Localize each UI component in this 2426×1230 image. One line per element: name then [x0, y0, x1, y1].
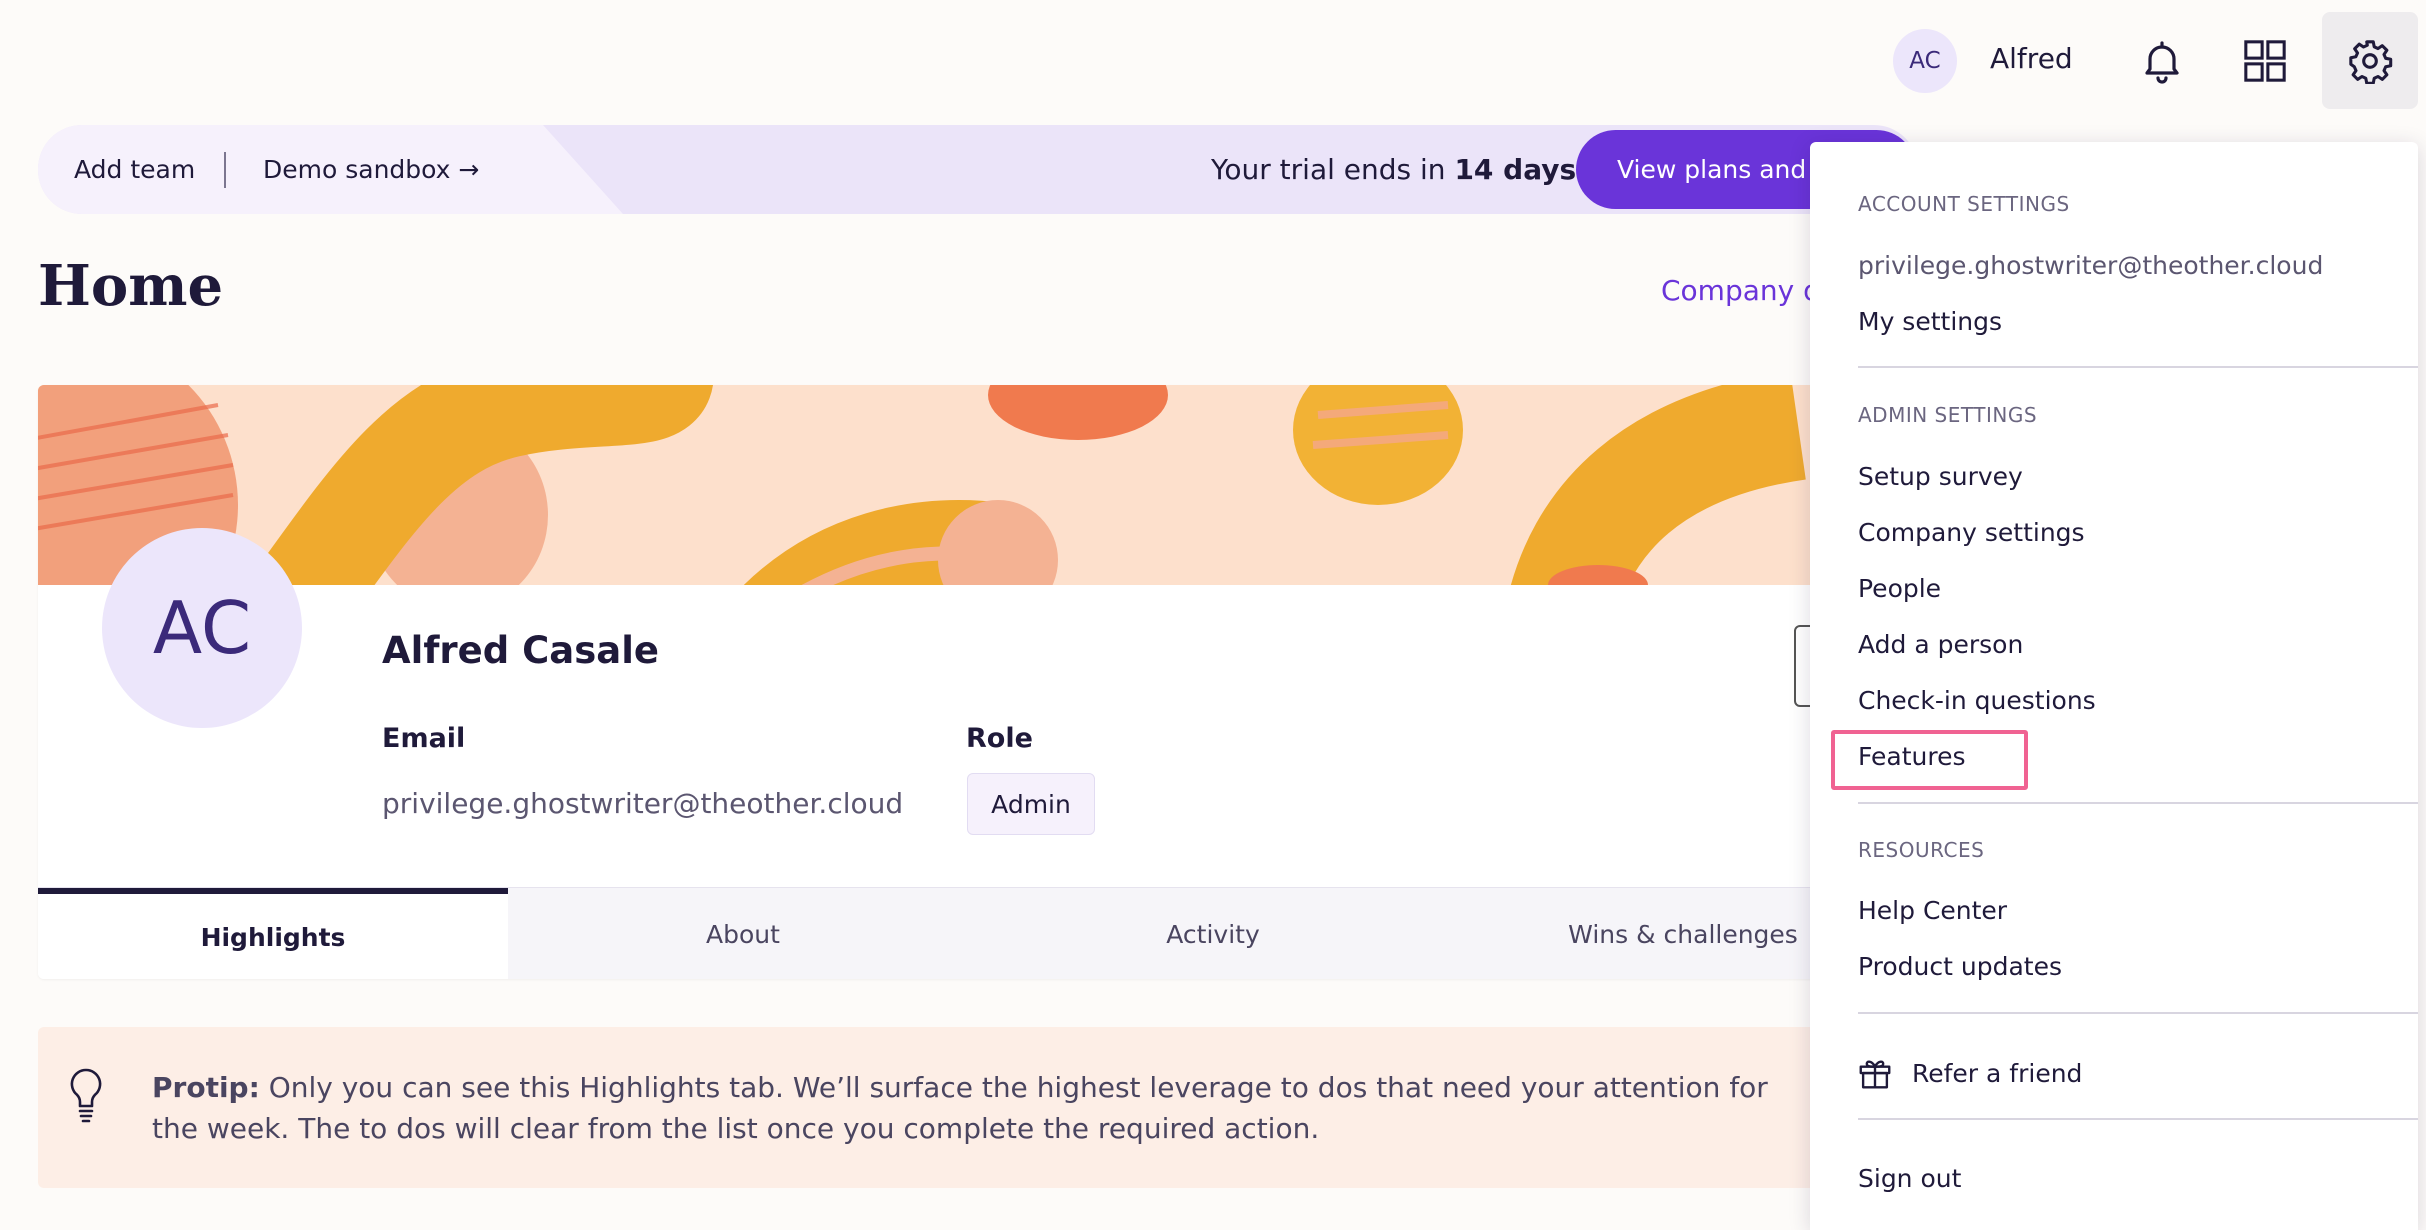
page-title: Home	[38, 253, 224, 319]
tab-activity[interactable]: Activity	[978, 888, 1448, 979]
menu-item-help-center[interactable]: Help Center	[1858, 896, 2007, 925]
menu-divider	[1858, 1012, 2418, 1014]
account-settings-heading: ACCOUNT SETTINGS	[1858, 192, 2070, 216]
tab-about[interactable]: About	[508, 888, 978, 979]
demo-sandbox-link[interactable]: Demo sandbox →	[263, 155, 479, 184]
admin-settings-heading: ADMIN SETTINGS	[1858, 403, 2038, 427]
menu-divider	[1858, 802, 2418, 804]
bell-icon	[2145, 41, 2179, 84]
menu-item-product-updates[interactable]: Product updates	[1858, 952, 2062, 981]
cover-image	[38, 385, 1838, 585]
profile-avatar: AC	[102, 528, 302, 728]
account-email: privilege.ghostwriter@theother.cloud	[1858, 251, 2324, 280]
protip-callout: Protip: Only you can see this Highlights…	[38, 1027, 1838, 1188]
role-label: Role	[966, 723, 1033, 754]
menu-item-check-in-questions[interactable]: Check-in questions	[1858, 686, 2096, 715]
banner-divider	[224, 152, 226, 188]
gift-icon	[1859, 1060, 1891, 1089]
lightbulb-icon	[70, 1068, 102, 1123]
user-avatar[interactable]: AC	[1893, 29, 1957, 93]
menu-item-people[interactable]: People	[1858, 574, 1941, 603]
menu-divider	[1858, 1118, 2418, 1120]
apps-button[interactable]	[2234, 30, 2296, 92]
protip-label: Protip:	[152, 1071, 260, 1104]
gear-icon	[2349, 39, 2393, 84]
notifications-button[interactable]	[2131, 30, 2193, 92]
resources-heading: RESOURCES	[1858, 838, 1985, 862]
menu-item-sign-out[interactable]: Sign out	[1858, 1164, 1961, 1193]
refer-friend-label: Refer a friend	[1912, 1058, 2083, 1088]
trial-banner: Add team Demo sandbox → Your trial ends …	[38, 125, 1918, 214]
settings-menu: ACCOUNT SETTINGS privilege.ghostwriter@t…	[1810, 142, 2418, 1230]
menu-item-my-settings[interactable]: My settings	[1858, 307, 2002, 336]
trial-prefix: Your trial ends in	[1211, 153, 1455, 186]
user-name[interactable]: Alfred	[1990, 42, 2073, 75]
profile-card: AC Alfred Casale Email Role privilege.gh…	[38, 385, 1838, 979]
email-label: Email	[382, 723, 466, 754]
menu-item-features[interactable]: Features	[1858, 742, 1966, 771]
trial-days: 14 days.	[1454, 153, 1587, 186]
menu-item-refer-friend[interactable]: Refer a friend	[1856, 1054, 2082, 1092]
role-badge: Admin	[967, 773, 1095, 835]
profile-name: Alfred Casale	[382, 629, 660, 672]
menu-item-company-settings[interactable]: Company settings	[1858, 518, 2085, 547]
email-value: privilege.ghostwriter@theother.cloud	[382, 787, 904, 820]
grid-icon	[2244, 40, 2286, 82]
protip-body: Only you can see this Highlights tab. We…	[152, 1071, 1768, 1145]
menu-item-setup-survey[interactable]: Setup survey	[1858, 462, 2023, 491]
menu-divider	[1858, 366, 2418, 368]
profile-tabs: Highlights About Activity Wins & challen…	[38, 887, 1838, 979]
settings-button[interactable]	[2322, 12, 2418, 109]
protip-text: Protip: Only you can see this Highlights…	[152, 1067, 1792, 1149]
add-team-link[interactable]: Add team	[74, 155, 195, 184]
trial-message: Your trial ends in 14 days.	[1211, 153, 1587, 186]
tab-highlights[interactable]: Highlights	[38, 888, 508, 979]
tab-wins-challenges[interactable]: Wins & challenges	[1448, 888, 1838, 979]
menu-item-add-person[interactable]: Add a person	[1858, 630, 2023, 659]
cover-illustration	[38, 385, 1838, 585]
